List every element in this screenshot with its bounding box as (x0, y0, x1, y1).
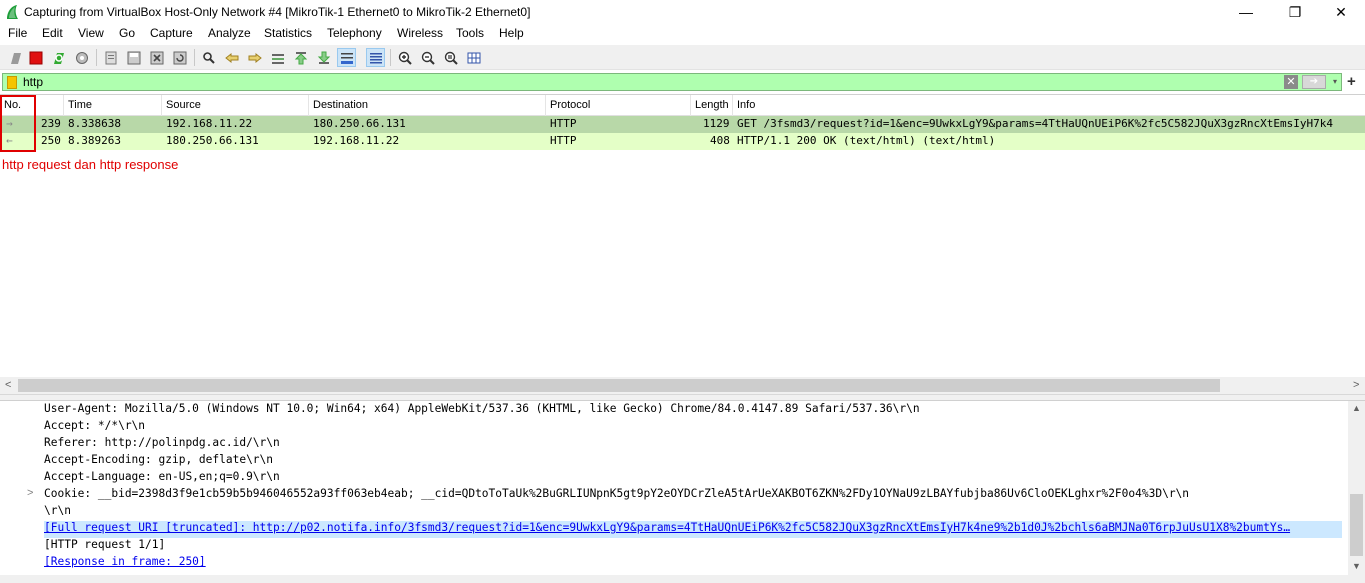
annotation-text: http request dan http response (2, 157, 179, 172)
resize-columns-icon[interactable] (464, 48, 483, 67)
packet-row[interactable]: ← 250 8.389263 180.250.66.131 192.168.11… (0, 133, 1365, 150)
capture-options-icon[interactable] (72, 48, 91, 67)
filter-bookmark-icon[interactable] (7, 76, 17, 89)
reload-file-icon[interactable] (170, 48, 189, 67)
full-request-uri-link[interactable]: [Full request URI [truncated]: http://p0… (44, 521, 1342, 538)
restore-button[interactable]: ❐ (1272, 0, 1318, 24)
go-back-icon[interactable] (222, 48, 241, 67)
packet-no: 239 (41, 117, 61, 130)
packet-length: 1129 (703, 117, 730, 130)
minimize-button[interactable]: — (1223, 0, 1269, 24)
menu-view[interactable]: View (78, 26, 104, 40)
packet-source: 180.250.66.131 (166, 134, 259, 147)
menu-analyze[interactable]: Analyze (208, 26, 251, 40)
scroll-up-icon[interactable]: ▲ (1352, 403, 1361, 413)
start-capture-icon[interactable] (6, 48, 25, 67)
packet-time: 8.338638 (68, 117, 121, 130)
close-file-icon[interactable] (147, 48, 166, 67)
packet-row[interactable]: → 239 8.338638 192.168.11.22 180.250.66.… (0, 116, 1365, 133)
toolbar-separator (390, 49, 391, 66)
packet-info: HTTP/1.1 200 OK (text/html) (text/html) (737, 134, 996, 147)
main-toolbar (0, 45, 1365, 70)
menu-wireless[interactable]: Wireless (397, 26, 443, 40)
menu-bar: File Edit View Go Capture Analyze Statis… (0, 24, 1365, 44)
title-bar: Capturing from VirtualBox Host-Only Netw… (0, 0, 1365, 24)
clear-filter-icon[interactable]: ✕ (1284, 75, 1298, 89)
auto-scroll-icon[interactable] (337, 48, 356, 67)
packet-list-header: No. Time Source Destination Protocol Len… (0, 95, 1365, 116)
restart-capture-icon[interactable] (49, 48, 68, 67)
packet-list-pane: No. Time Source Destination Protocol Len… (0, 94, 1365, 394)
zoom-out-icon[interactable] (418, 48, 437, 67)
response-frame-link[interactable]: [Response in frame: 250] (44, 555, 206, 572)
go-forward-icon[interactable] (245, 48, 264, 67)
detail-line[interactable]: Accept: */*\r\n (44, 419, 145, 436)
scrollbar-thumb[interactable] (1350, 494, 1363, 556)
menu-help[interactable]: Help (499, 26, 524, 40)
display-filter-bar: http ✕ ➔ ▾ + (0, 71, 1365, 93)
packet-no: 250 (41, 134, 61, 147)
packet-length: 408 (710, 134, 730, 147)
packet-info: GET /3fsmd3/request?id=1&enc=9UwkxLgY9&p… (737, 117, 1334, 130)
packet-protocol: HTTP (550, 117, 577, 130)
packet-list-horizontal-scrollbar[interactable]: < > (0, 377, 1365, 394)
packet-time: 8.389263 (68, 134, 121, 147)
menu-telephony[interactable]: Telephony (327, 26, 382, 40)
menu-tools[interactable]: Tools (456, 26, 484, 40)
go-first-packet-icon[interactable] (291, 48, 310, 67)
column-header-destination[interactable]: Destination (309, 95, 546, 116)
scroll-left-icon[interactable]: < (5, 379, 11, 391)
menu-statistics[interactable]: Statistics (264, 26, 312, 40)
column-header-protocol[interactable]: Protocol (546, 95, 691, 116)
packet-destination: 180.250.66.131 (313, 117, 406, 130)
highlight-box (0, 95, 36, 152)
scrollbar-thumb[interactable] (18, 379, 1220, 392)
close-window-button[interactable]: ✕ (1318, 0, 1364, 24)
normal-size-icon[interactable] (441, 48, 460, 67)
find-packet-icon[interactable] (199, 48, 218, 67)
apply-filter-icon[interactable]: ➔ (1302, 75, 1326, 89)
go-last-packet-icon[interactable] (314, 48, 333, 67)
detail-line[interactable]: Referer: http://polinpdg.ac.id/\r\n (44, 436, 280, 453)
add-filter-button-icon[interactable]: + (1347, 73, 1356, 90)
save-file-icon[interactable] (124, 48, 143, 67)
detail-line-cookie[interactable]: Cookie: __bid=2398d3f9e1cb59b5b946046552… (44, 487, 1189, 504)
column-header-info[interactable]: Info (733, 95, 1365, 116)
detail-line[interactable]: User-Agent: Mozilla/5.0 (Windows NT 10.0… (44, 402, 920, 419)
menu-go[interactable]: Go (119, 26, 135, 40)
stop-capture-icon[interactable] (26, 48, 45, 67)
colorize-icon[interactable] (366, 48, 385, 67)
menu-edit[interactable]: Edit (42, 26, 63, 40)
zoom-in-icon[interactable] (395, 48, 414, 67)
packet-protocol: HTTP (550, 134, 577, 147)
filter-dropdown-icon[interactable]: ▾ (1329, 75, 1341, 89)
detail-line[interactable]: Accept-Language: en-US,en;q=0.9\r\n (44, 470, 280, 487)
column-header-length[interactable]: Length (691, 95, 733, 116)
scroll-right-icon[interactable]: > (1353, 379, 1359, 391)
detail-line[interactable]: Accept-Encoding: gzip, deflate\r\n (44, 453, 273, 470)
detail-line[interactable]: [HTTP request 1/1] (44, 538, 165, 555)
open-file-icon[interactable] (101, 48, 120, 67)
go-to-packet-icon[interactable] (268, 48, 287, 67)
scroll-down-icon[interactable]: ▼ (1352, 561, 1361, 571)
expand-chevron-icon[interactable]: > (27, 487, 33, 499)
column-header-source[interactable]: Source (162, 95, 309, 116)
menu-file[interactable]: File (8, 26, 27, 40)
window-title: Capturing from VirtualBox Host-Only Netw… (24, 5, 531, 19)
details-vertical-scrollbar[interactable]: ▲ ▼ (1348, 401, 1365, 575)
display-filter-input[interactable]: http ✕ ➔ ▾ (2, 73, 1342, 91)
filter-text[interactable]: http (23, 75, 43, 89)
column-header-time[interactable]: Time (64, 95, 162, 116)
detail-line[interactable]: \r\n (44, 504, 71, 521)
packet-destination: 192.168.11.22 (313, 134, 400, 147)
menu-capture[interactable]: Capture (150, 26, 193, 40)
toolbar-separator (96, 49, 97, 66)
wireshark-fin-icon (7, 5, 18, 19)
packet-details-pane: User-Agent: Mozilla/5.0 (Windows NT 10.0… (0, 400, 1365, 583)
toolbar-separator (194, 49, 195, 66)
packet-source: 192.168.11.22 (166, 117, 253, 130)
